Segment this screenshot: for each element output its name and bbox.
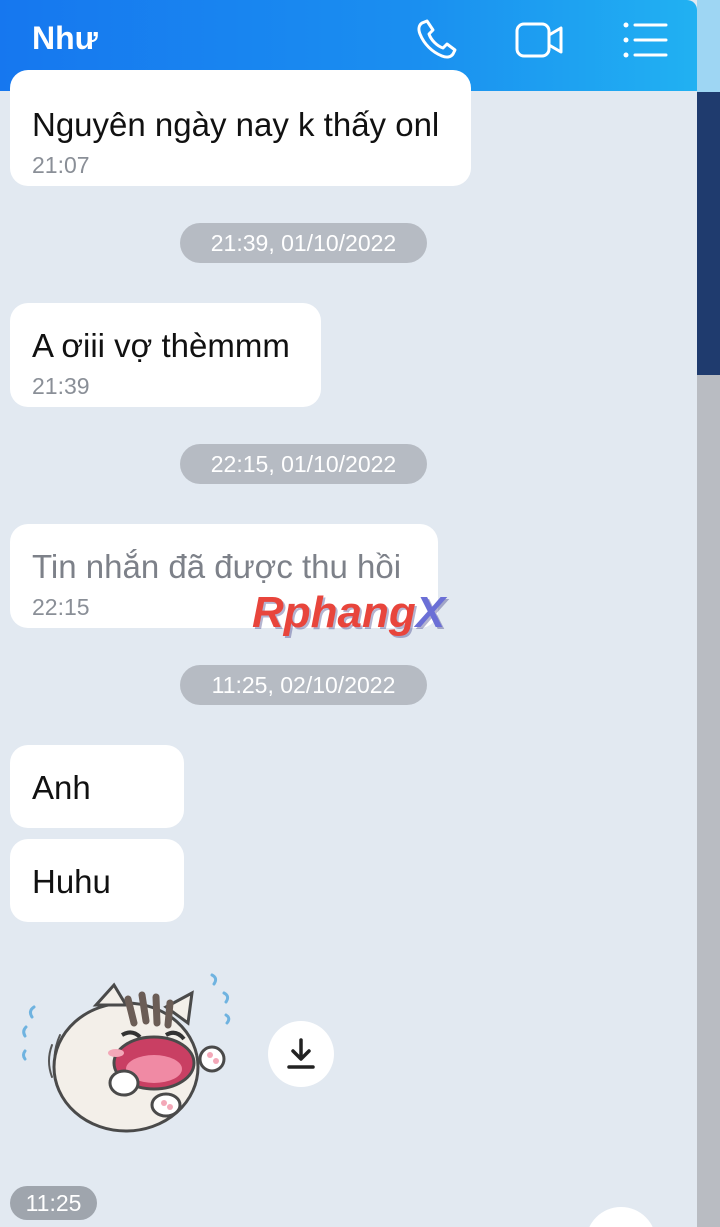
phone-icon[interactable]	[412, 17, 464, 63]
message-text: A ơiii vợ thèmmm	[32, 327, 290, 364]
message-text: Anh	[32, 769, 91, 806]
message-bubble[interactable]: Nguyên ngày nay k thấy onl 21:07	[10, 70, 471, 186]
video-call-icon[interactable]	[514, 17, 566, 63]
message-bubble[interactable]: Huhu	[10, 839, 184, 922]
message-time: 22:15	[32, 594, 90, 620]
message-bubble[interactable]: A ơiii vợ thèmmm 21:39	[10, 303, 321, 407]
chat-screen: Như Nguyên ngày nay k thấy onl 21:07 21:…	[0, 0, 697, 1227]
crying-cat-sticker[interactable]	[16, 965, 238, 1145]
side-edge	[697, 0, 720, 1227]
download-icon[interactable]	[268, 1021, 334, 1087]
message-time: 21:07	[32, 152, 90, 178]
date-separator: 22:15, 01/10/2022	[180, 444, 427, 484]
scroll-down-button[interactable]	[586, 1207, 656, 1227]
message-text: Huhu	[32, 863, 111, 900]
message-text: Nguyên ngày nay k thấy onl	[32, 106, 440, 143]
menu-list-icon[interactable]	[620, 17, 672, 63]
message-bubble[interactable]: Anh	[10, 745, 184, 828]
date-separator: 11:25, 02/10/2022	[180, 665, 427, 705]
watermark-logo: RphangX	[252, 588, 446, 637]
message-time-badge: 11:25	[10, 1186, 97, 1220]
date-separator: 21:39, 01/10/2022	[180, 223, 427, 263]
message-time: 21:39	[32, 373, 90, 399]
contact-name[interactable]: Như	[32, 20, 98, 57]
message-text: Tin nhắn đã được thu hồi	[32, 548, 402, 585]
